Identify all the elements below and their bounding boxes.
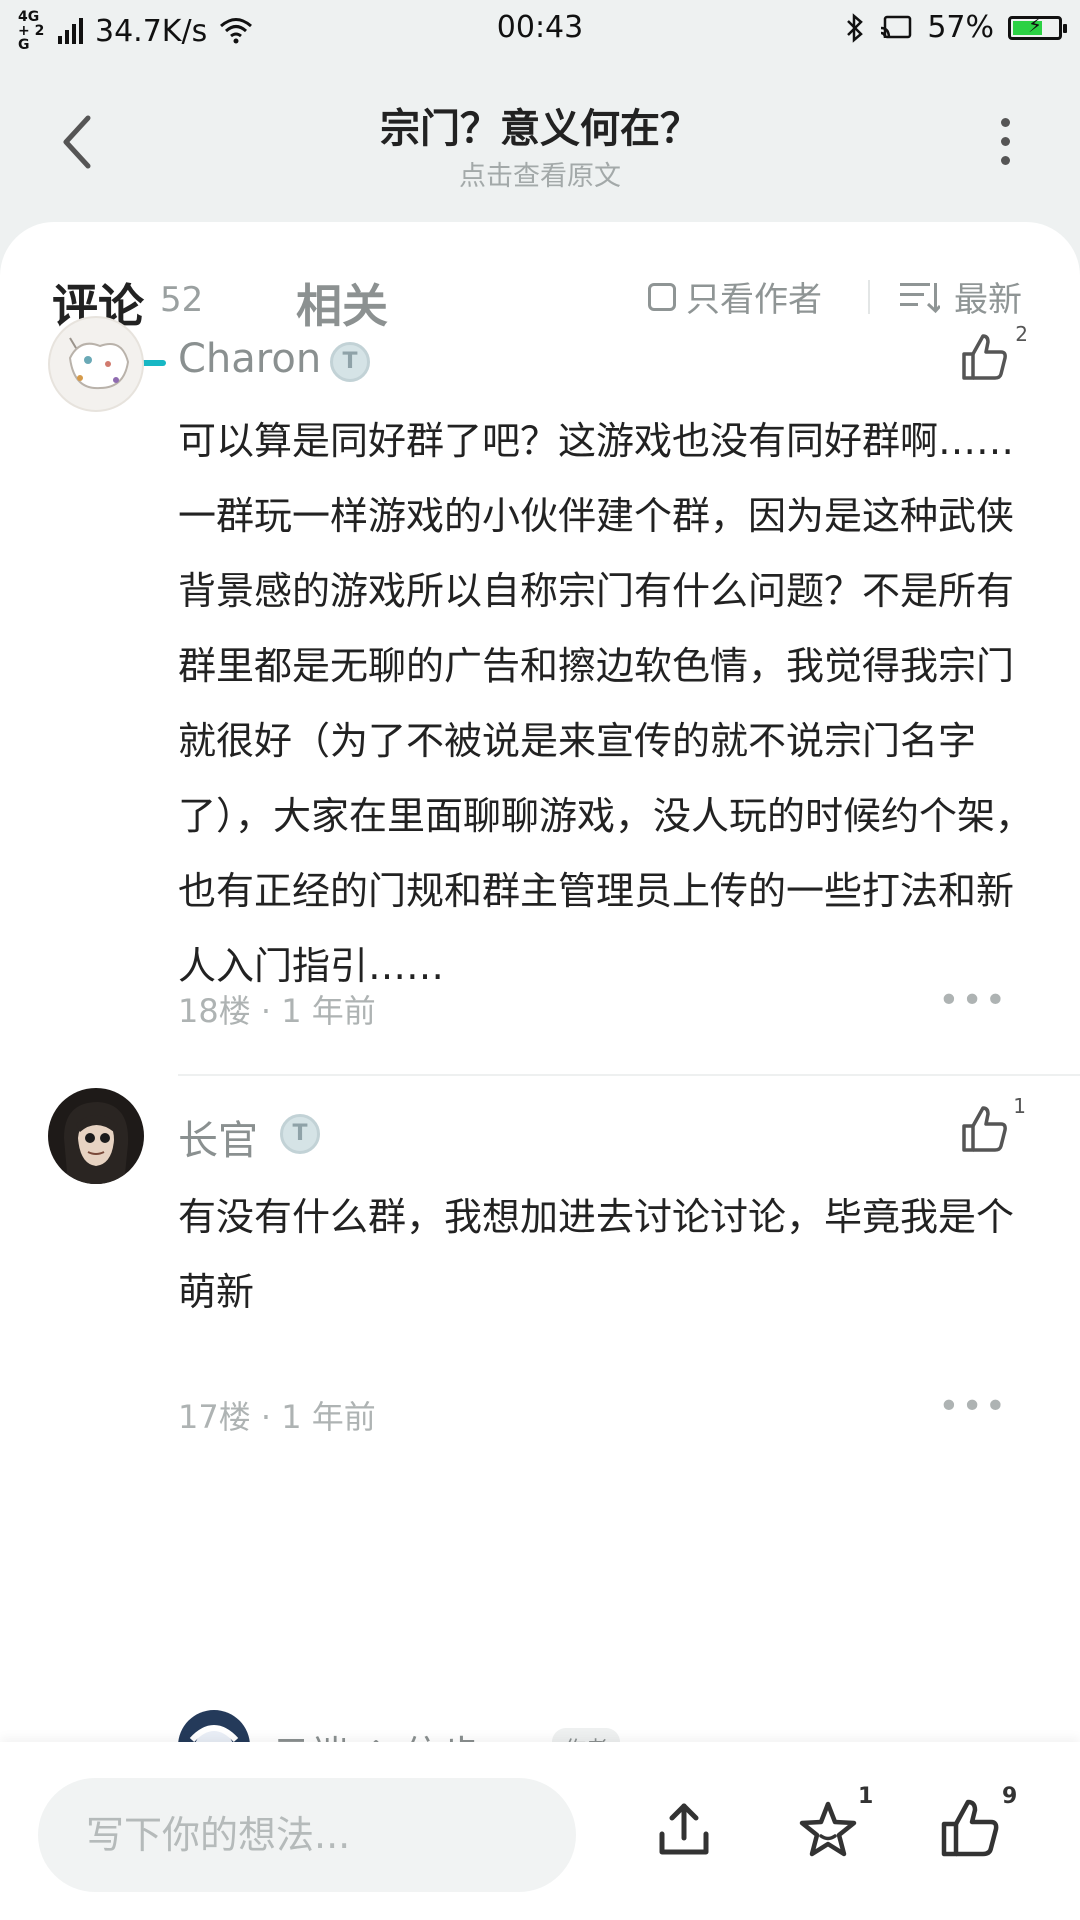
- thumbs-up-icon[interactable]: [938, 1798, 1002, 1862]
- level-badge: T: [330, 342, 370, 382]
- top-bar: 宗门？意义何在？ 点击查看原文: [0, 56, 1080, 226]
- page-title: 宗门？意义何在？: [380, 106, 700, 152]
- comment-input[interactable]: 写下你的想法...: [38, 1778, 576, 1892]
- divider: [178, 1074, 1080, 1076]
- thumbs-up-icon[interactable]: [958, 1104, 1010, 1156]
- share-icon[interactable]: [652, 1798, 716, 1862]
- view-original-link[interactable]: 点击查看原文: [0, 154, 1080, 193]
- level-badge: T: [280, 1114, 320, 1154]
- bluetooth-icon: [847, 12, 864, 43]
- bottom-bar: 写下你的想法... 1 9: [0, 1742, 1080, 1920]
- thumbs-up-icon[interactable]: [958, 332, 1010, 384]
- like-count: 9: [1002, 1784, 1018, 1809]
- battery-icon: ⚡: [1008, 13, 1067, 40]
- comment-item: 长官 T 1 有没有什么群，我想加进去讨论讨论，毕竟我是个萌新 17楼 · 1 …: [0, 1088, 1080, 1608]
- comments-sheet: 评论 52 相关 只看作者 最新 Charon T 2 可以算是同好群了吧？这游…: [0, 222, 1080, 1920]
- cast-icon: [881, 15, 912, 38]
- favorite-count: 1: [858, 1784, 874, 1809]
- battery-percent: 57%: [927, 10, 994, 45]
- like-count: 2: [1015, 322, 1028, 346]
- comment-meta: 18楼 · 1 年前: [178, 992, 376, 1030]
- avatar[interactable]: [48, 316, 144, 412]
- more-options-icon[interactable]: •••: [938, 1386, 1008, 1427]
- comment-username[interactable]: Charon: [178, 336, 321, 382]
- more-options-icon[interactable]: [1000, 118, 1010, 166]
- comment-body: 可以算是同好群了吧？这游戏也没有同好群啊……一群玩一样游戏的小伙伴建个群，因为是…: [178, 419, 1034, 988]
- avatar[interactable]: [48, 1088, 144, 1184]
- like-count: 1: [1013, 1094, 1026, 1118]
- comment-body: 有没有什么群，我想加进去讨论讨论，毕竟我是个萌新: [178, 1195, 1015, 1314]
- more-options-icon[interactable]: •••: [938, 980, 1008, 1021]
- favorite-star-icon[interactable]: [796, 1798, 860, 1862]
- status-bar: 4G+ 2G 34.7K/s 00:43 57% ⚡: [0, 0, 1080, 56]
- comment-meta: 17楼 · 1 年前: [178, 1398, 376, 1436]
- comment-item: Charon T 2 可以算是同好群了吧？这游戏也没有同好群啊……一群玩一样游戏…: [0, 296, 1080, 1176]
- comment-username[interactable]: 长官: [178, 1108, 258, 1166]
- status-right: 57% ⚡: [845, 10, 1067, 45]
